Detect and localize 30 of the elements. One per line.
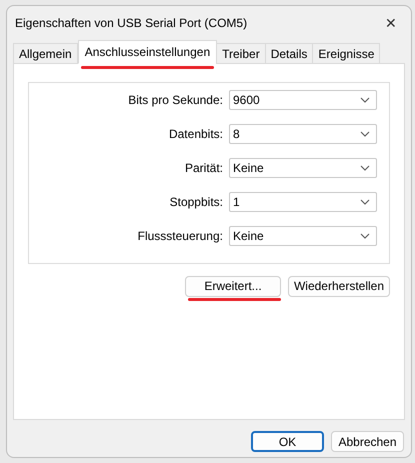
dropdown[interactable]: Keine (229, 226, 377, 246)
chevron-down-icon (360, 97, 370, 103)
close-button[interactable]: ✕ (381, 12, 401, 34)
dropdown-value: 9600 (233, 92, 260, 109)
field-label: Flusssteuerung: (138, 228, 223, 245)
chevron-down-icon (360, 199, 370, 205)
dropdown[interactable]: Keine (229, 158, 377, 178)
button[interactable]: Erweitert... (185, 276, 281, 296)
chevron-down-icon (360, 165, 370, 171)
button[interactable]: OK (251, 431, 324, 452)
dropdown[interactable]: 1 (229, 192, 377, 212)
tab[interactable]: Allgemein (13, 43, 78, 64)
chevron-down-icon (360, 233, 370, 239)
chevron-down-icon (360, 131, 370, 137)
dropdown[interactable]: 9600 (229, 90, 377, 110)
window-title: Eigenschaften von USB Serial Port (COM5) (15, 15, 248, 32)
field-label: Stoppbits: (170, 194, 223, 211)
tab[interactable]: Anschlusseinstellungen (78, 40, 218, 64)
dropdown-value: 1 (233, 194, 240, 211)
field-label: Parität: (184, 160, 223, 177)
tab[interactable]: Ereignisse (312, 43, 380, 64)
dropdown-value: Keine (233, 160, 264, 177)
tab[interactable]: Treiber (216, 43, 266, 64)
button[interactable]: Abbrechen (331, 431, 404, 452)
field-label: Bits pro Sekunde: (128, 92, 223, 109)
dropdown-value: Keine (233, 228, 264, 245)
button[interactable]: Wiederherstellen (288, 276, 390, 296)
dropdown[interactable]: 8 (229, 124, 377, 144)
field-label: Datenbits: (168, 126, 223, 143)
dropdown-value: 8 (233, 126, 240, 143)
